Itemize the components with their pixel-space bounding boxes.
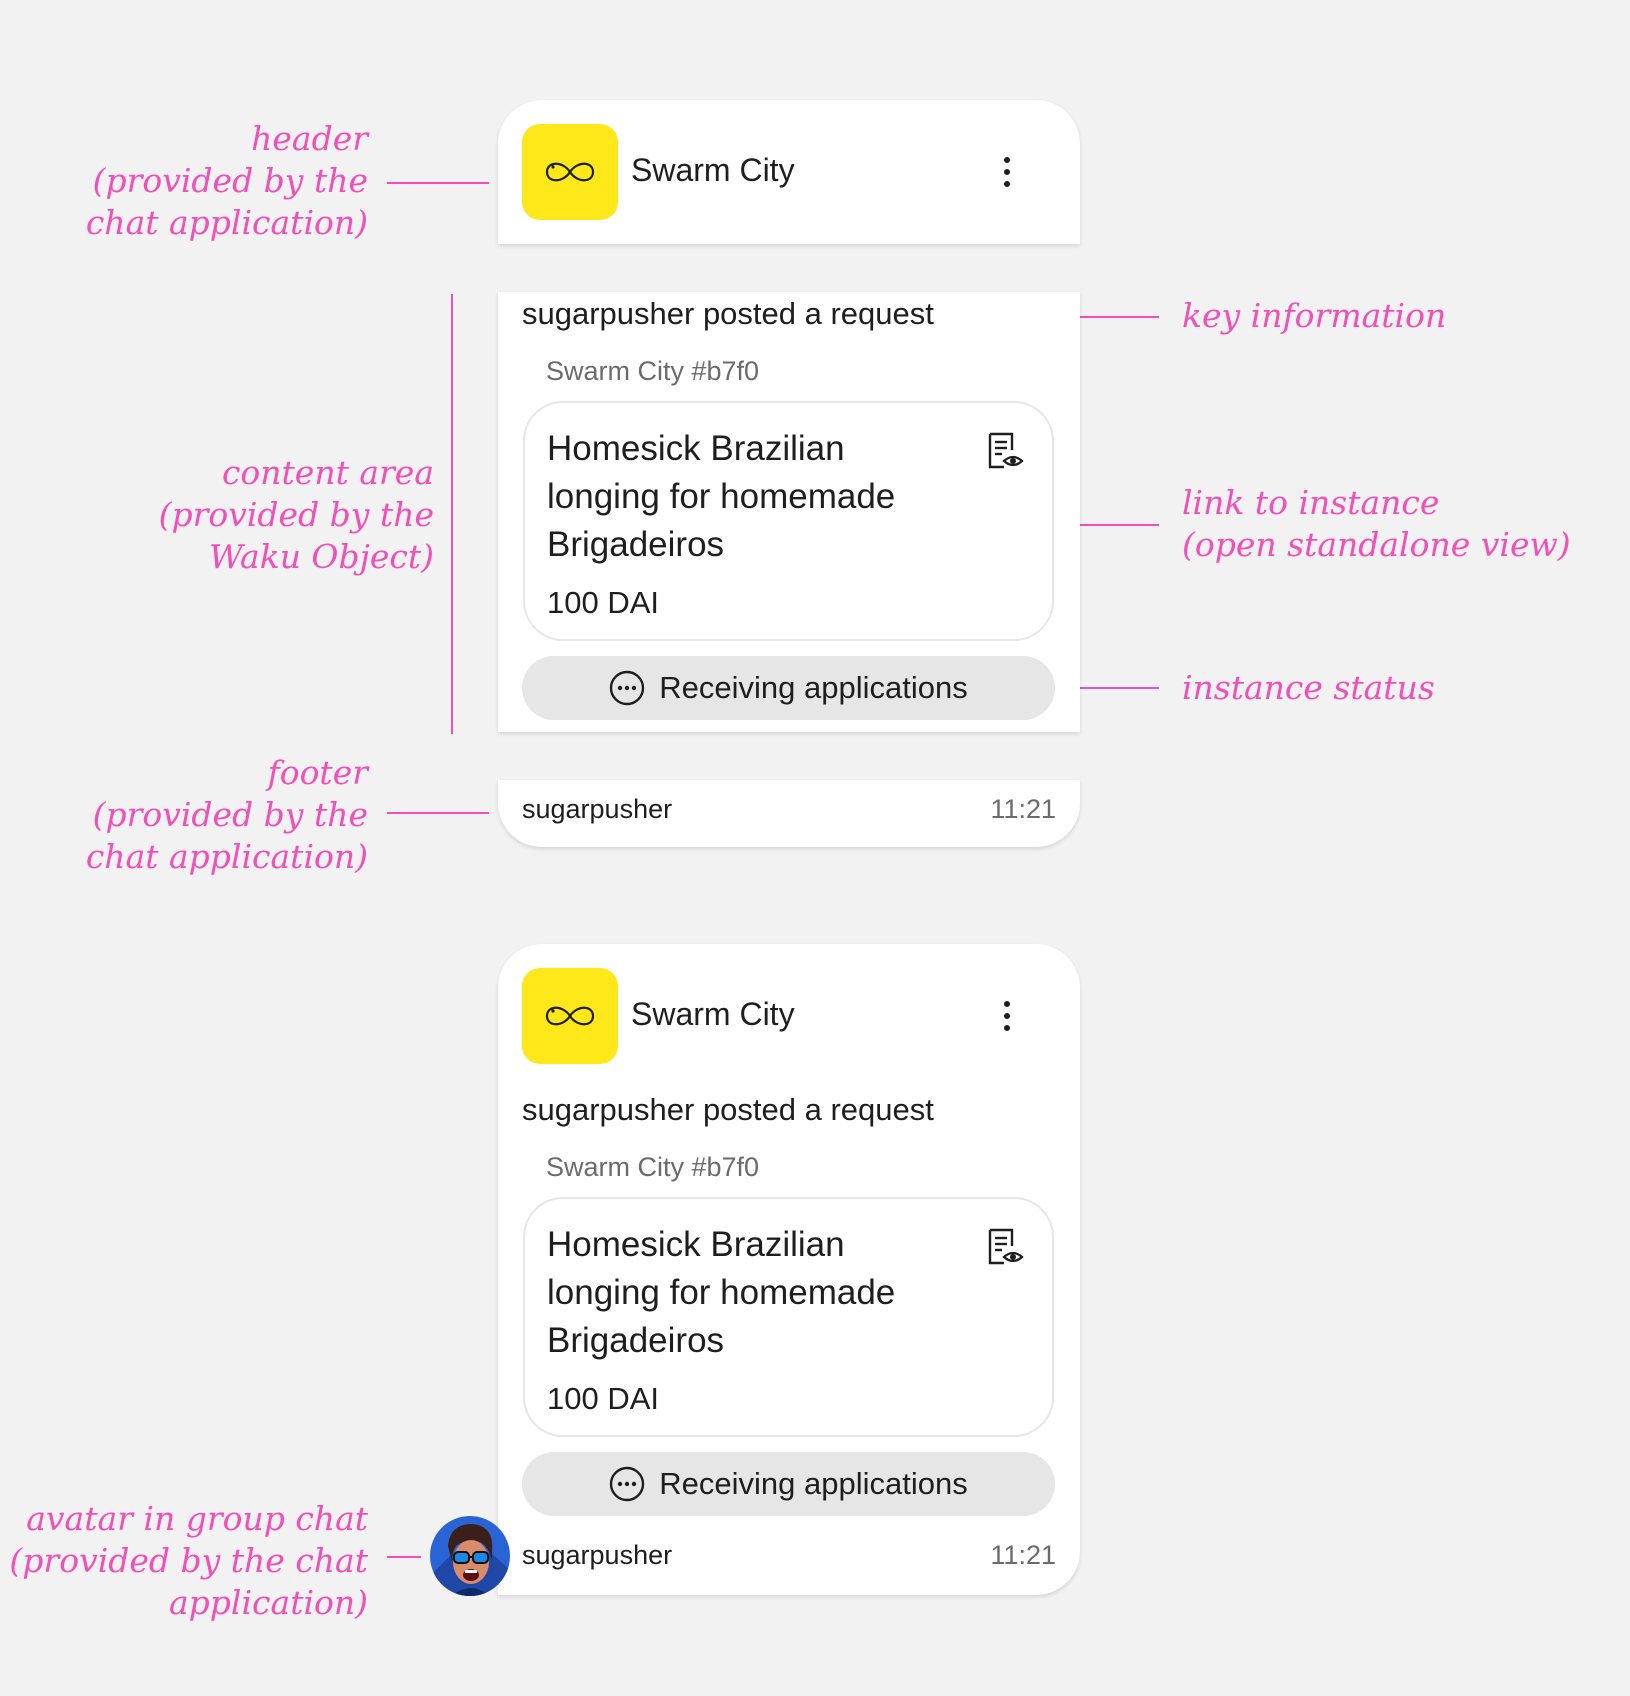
- instance-title: Homesick Brazilian longing for homemade …: [547, 1225, 896, 1360]
- document-view-icon[interactable]: [986, 431, 1024, 471]
- annotation-footer: footer (provided by the chat application…: [85, 753, 368, 876]
- instance-status-label: Receiving applications: [659, 670, 968, 705]
- annotation-avatar-group-chat: avatar in group chat (provided by the ch…: [9, 1499, 368, 1622]
- instance-link-card[interactable]: Homesick Brazilian longing for homemade …: [523, 401, 1054, 641]
- annotation-avatar-line: [387, 1556, 421, 1558]
- sender-name[interactable]: sugarpusher: [522, 794, 672, 825]
- message-time: 11:21: [990, 794, 1056, 824]
- more-vertical-icon[interactable]: [987, 994, 1027, 1038]
- avatar-image: [430, 1516, 510, 1596]
- exploded-footer-card: sugarpusher 11:21: [498, 780, 1080, 847]
- assembled-message-card: Swarm City sugarpusher posted a request …: [498, 944, 1080, 1595]
- message-time: 11:21: [990, 1540, 1056, 1570]
- infinity-icon: [545, 1006, 595, 1026]
- exploded-header-card: Swarm City: [498, 100, 1080, 244]
- app-name: Swarm City: [631, 152, 795, 188]
- instance-status-pill[interactable]: Receiving applications: [522, 656, 1055, 720]
- instance-title: Homesick Brazilian longing for homemade …: [547, 429, 896, 564]
- infinity-icon: [545, 162, 595, 182]
- instance-id: Swarm City #b7f0: [546, 1152, 760, 1182]
- more-vertical-icon[interactable]: [987, 150, 1027, 194]
- annotation-link-to-instance: link to instance (open standalone view): [1182, 483, 1571, 564]
- annotation-instance-status: instance status: [1182, 668, 1435, 707]
- annotation-header-line: [387, 182, 489, 184]
- more-horizontal-circle-icon: [610, 670, 645, 706]
- app-icon[interactable]: [522, 124, 618, 220]
- instance-id: Swarm City #b7f0: [546, 356, 760, 386]
- instance-link-card[interactable]: Homesick Brazilian longing for homemade …: [523, 1197, 1054, 1437]
- annotation-key-information: key information: [1182, 296, 1447, 335]
- instance-status-label: Receiving applications: [659, 1466, 968, 1501]
- app-name: Swarm City: [631, 996, 795, 1032]
- instance-status-pill[interactable]: Receiving applications: [522, 1452, 1055, 1516]
- annotation-content-area: content area (provided by the Waku Objec…: [158, 453, 434, 576]
- annotation-content-area-line: [451, 294, 453, 734]
- more-horizontal-circle-icon: [610, 1466, 645, 1502]
- key-information: sugarpusher posted a request: [522, 296, 934, 331]
- annotation-header: header (provided by the chat application…: [85, 119, 368, 242]
- app-icon[interactable]: [522, 968, 618, 1064]
- sender-name[interactable]: sugarpusher: [522, 1540, 672, 1571]
- annotation-footer-line: [387, 812, 489, 814]
- instance-amount: 100 DAI: [547, 585, 660, 620]
- avatar[interactable]: [430, 1516, 510, 1596]
- key-information: sugarpusher posted a request: [522, 1092, 934, 1127]
- document-view-icon[interactable]: [986, 1227, 1024, 1267]
- instance-amount: 100 DAI: [547, 1381, 660, 1416]
- exploded-content-card: sugarpusher posted a request Swarm City …: [498, 292, 1080, 732]
